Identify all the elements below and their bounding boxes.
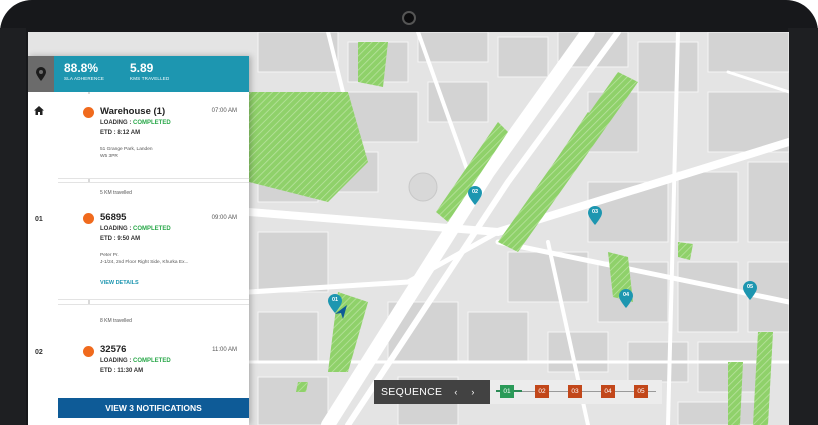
sequence-prev-button[interactable]: ‹ xyxy=(454,387,457,397)
sequence-label: SEQUENCE xyxy=(381,386,443,398)
stop-time: 11:00 AM xyxy=(212,347,237,353)
stop-dot xyxy=(83,213,94,224)
map-marker-icon xyxy=(36,66,46,81)
camera-icon xyxy=(402,11,416,25)
sequence-next-button[interactable]: › xyxy=(471,387,474,397)
kms-travelled-value: 5.89 xyxy=(130,61,154,75)
map-pin-04[interactable]: 04 xyxy=(618,289,634,309)
sequence-stop-01[interactable]: 01 xyxy=(500,385,514,398)
distance-travelled: 8 KM travelled xyxy=(100,318,132,324)
stats-bar: 88.8% SLA ADHERENCE 5.89 KMS TRAVELLED xyxy=(54,56,249,92)
loading-status: LOADING : COMPLETED xyxy=(100,226,171,232)
stop-address: 51 Grange Park, Landen W5 3PR xyxy=(100,147,153,159)
map-pin-03[interactable]: 03 xyxy=(587,206,603,226)
view-details-link[interactable]: VIEW DETAILS xyxy=(100,280,139,286)
etd-line: ETD : 9:50 AM xyxy=(100,236,141,242)
loading-status: LOADING : COMPLETED xyxy=(100,120,171,126)
frame-edge-right xyxy=(788,28,818,425)
distance-travelled: 5 KM travelled xyxy=(100,190,132,196)
stop-address: Peter Pr. J-1/24, 2nd Floor Right Side, … xyxy=(100,253,189,265)
sequence-stop-03[interactable]: 03 xyxy=(568,385,582,398)
view-notifications-button[interactable]: VIEW 3 NOTIFICATIONS xyxy=(58,398,249,418)
sequence-stop-02[interactable]: 02 xyxy=(535,385,549,398)
stop-index: 01 xyxy=(35,216,43,223)
stop-dot xyxy=(83,346,94,357)
etd-line: ETD : 11:30 AM xyxy=(100,368,144,374)
navigation-arrow-icon xyxy=(335,305,347,319)
stop-time: 07:00 AM xyxy=(211,108,237,114)
sequence-stop-05[interactable]: 05 xyxy=(634,385,648,398)
stop-dot xyxy=(83,107,94,118)
stop-list: Warehouse (1) 07:00 AM LOADING : COMPLET… xyxy=(28,92,249,402)
map-pin-05[interactable]: 05 xyxy=(742,281,758,301)
location-button[interactable] xyxy=(28,56,54,92)
stop-time: 09:00 AM xyxy=(211,215,237,221)
stop-title: 56895 xyxy=(100,212,127,223)
frame-edge-left xyxy=(0,28,26,425)
stop-card-56895[interactable] xyxy=(58,182,249,300)
kms-travelled-stat: 5.89 KMS TRAVELLED xyxy=(130,61,170,82)
sla-adherence-label: SLA ADHERENCE xyxy=(64,76,105,81)
route-sidebar: 88.8% SLA ADHERENCE 5.89 KMS TRAVELLED W… xyxy=(28,56,249,425)
stop-title: 32576 xyxy=(100,344,127,355)
sla-adherence-value: 88.8% xyxy=(64,61,99,75)
sequence-bar: SEQUENCE ‹ › 01 02 03 04 05 xyxy=(374,380,662,404)
sequence-stop-04[interactable]: 04 xyxy=(601,385,615,398)
loading-status: LOADING : COMPLETED xyxy=(100,358,171,364)
sequence-track: 01 02 03 04 05 xyxy=(490,380,662,404)
kms-travelled-label: KMS TRAVELLED xyxy=(130,76,170,81)
stop-title: Warehouse (1) xyxy=(100,106,166,117)
app-screen: 01 02 03 04 05 88.8% SLA ADHERENCE 5.89 … xyxy=(28,32,789,425)
stop-index: 02 xyxy=(35,349,43,356)
sla-adherence-stat: 88.8% SLA ADHERENCE xyxy=(64,61,105,82)
home-icon xyxy=(34,106,44,115)
etd-line: ETD : 8:12 AM xyxy=(100,130,141,136)
map-pin-02[interactable]: 02 xyxy=(467,186,483,206)
laptop-frame: 01 02 03 04 05 88.8% SLA ADHERENCE 5.89 … xyxy=(0,0,818,425)
